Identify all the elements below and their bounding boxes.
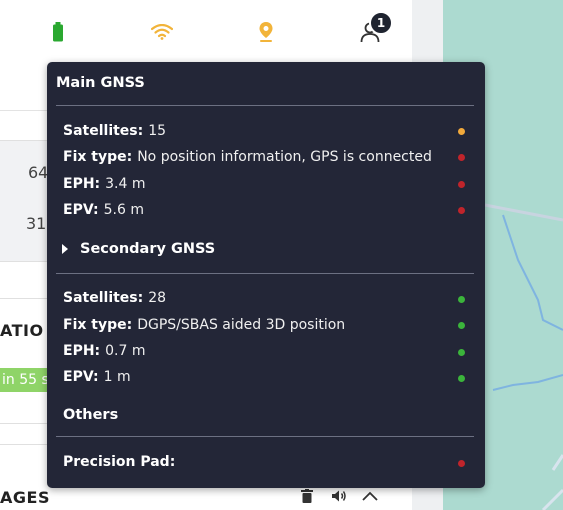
status-dot	[458, 207, 465, 214]
tooltip-divider	[56, 105, 474, 106]
main-fix-type-row: Fix type: No position information, GPS i…	[63, 147, 463, 167]
row-label: EPV:	[63, 369, 99, 385]
location-pin-icon[interactable]	[254, 20, 278, 44]
secondary-epv-row: EPV: 1 m	[63, 367, 463, 387]
secondary-satellites-row: Satellites: 28	[63, 288, 463, 308]
status-dot	[458, 128, 465, 135]
section-title: ATIO	[0, 321, 44, 340]
row-label: EPV:	[63, 202, 99, 218]
trash-icon[interactable]	[298, 487, 316, 505]
row-label: EPH:	[63, 176, 101, 192]
wifi-icon[interactable]	[150, 20, 174, 44]
status-dot	[458, 375, 465, 382]
row-value: 1 m	[103, 369, 131, 385]
row-label: Satellites:	[63, 123, 144, 139]
row-value: 28	[148, 290, 167, 306]
gnss-tooltip: Main GNSS Satellites: 15 Fix type: No po…	[47, 62, 485, 488]
main-epv-row: EPV: 5.6 m	[63, 200, 463, 220]
row-value: 0.7 m	[105, 343, 146, 359]
battery-icon[interactable]	[46, 20, 70, 44]
telemetry-value-bottom: 31	[26, 214, 47, 233]
precision-pad-row: Precision Pad:	[63, 452, 463, 472]
main-eph-row: EPH: 3.4 m	[63, 174, 463, 194]
messages-title: AGES	[0, 488, 50, 507]
main-satellites-row: Satellites: 15	[63, 121, 463, 141]
row-value: DGPS/SBAS aided 3D position	[137, 317, 346, 333]
status-dot	[458, 181, 465, 188]
status-dot	[458, 322, 465, 329]
row-value: 15	[148, 123, 167, 139]
row-label: Precision Pad:	[63, 454, 176, 470]
main-gnss-title: Main GNSS	[56, 75, 145, 91]
row-value: 5.6 m	[103, 202, 144, 218]
row-label: EPH:	[63, 343, 101, 359]
others-title: Others	[63, 407, 119, 423]
secondary-gnss-toggle[interactable]: Secondary GNSS	[62, 241, 215, 257]
row-label: Fix type:	[63, 149, 133, 165]
status-dot	[458, 296, 465, 303]
speaker-icon[interactable]	[330, 487, 348, 505]
tooltip-divider	[56, 436, 474, 437]
tooltip-divider	[56, 273, 474, 274]
caret-right-icon	[62, 244, 68, 254]
notification-badge: 1	[369, 11, 393, 35]
row-label: Fix type:	[63, 317, 133, 333]
row-label: Satellites:	[63, 290, 144, 306]
row-value: No position information, GPS is connecte…	[137, 149, 432, 165]
secondary-gnss-title: Secondary GNSS	[80, 241, 216, 257]
status-dot	[458, 154, 465, 161]
chevron-up-icon[interactable]	[361, 487, 379, 505]
secondary-fix-type-row: Fix type: DGPS/SBAS aided 3D position	[63, 315, 463, 335]
row-value: 3.4 m	[105, 176, 146, 192]
telemetry-value-top: 64	[28, 163, 49, 182]
status-dot	[458, 460, 465, 467]
secondary-eph-row: EPH: 0.7 m	[63, 341, 463, 361]
status-bar: 1	[0, 0, 412, 67]
status-dot	[458, 349, 465, 356]
